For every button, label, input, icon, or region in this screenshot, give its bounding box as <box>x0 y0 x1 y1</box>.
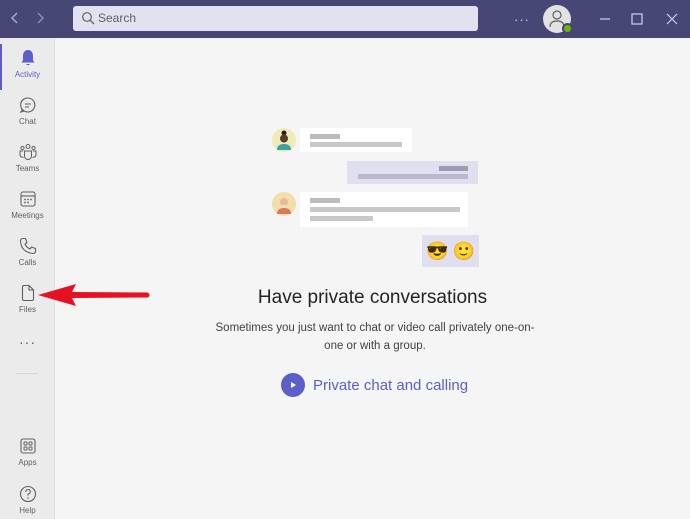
maximize-button[interactable] <box>622 0 652 38</box>
rail-divider <box>16 373 38 374</box>
title-bar: Search ··· <box>0 0 690 38</box>
avatar-woman-illustration <box>272 128 296 152</box>
rail-item-help[interactable]: Help <box>0 480 55 519</box>
private-chat-calling-link[interactable]: Private chat and calling <box>281 373 468 397</box>
rail-item-label: Activity <box>14 70 41 79</box>
page-description: Sometimes you just want to chat or video… <box>215 322 535 352</box>
minimize-button[interactable] <box>590 0 620 38</box>
teams-window: Search ··· Activity Chat Teams Meetings … <box>0 0 690 519</box>
close-button[interactable] <box>654 0 690 38</box>
chat-icon <box>19 97 35 113</box>
rail-item-label: Chat <box>19 117 36 126</box>
smile-emoji: 🙂 <box>452 240 475 261</box>
search-placeholder: Search <box>98 11 137 25</box>
more-options-button[interactable]: ··· <box>508 0 536 38</box>
rail-item-label: Files <box>19 305 36 314</box>
minimize-icon <box>600 18 610 20</box>
rail-item-label: Meetings <box>11 211 44 220</box>
link-label: Private chat and calling <box>313 376 469 394</box>
phone-icon <box>19 237 36 255</box>
back-button[interactable] <box>5 8 25 28</box>
rail-item-chat[interactable]: Chat <box>0 91 55 137</box>
more-icon: ··· <box>19 334 36 350</box>
red-arrow-annotation <box>38 284 150 306</box>
rail-item-label: Apps <box>18 458 37 467</box>
rail-item-apps[interactable]: Apps <box>0 432 55 478</box>
calendar-icon <box>19 191 36 207</box>
app-bar: Activity Chat Teams Meetings Calls Files… <box>0 38 55 519</box>
teams-icon <box>19 144 36 160</box>
outgoing-message-bubble <box>347 161 478 184</box>
forward-button[interactable] <box>30 8 50 28</box>
profile-avatar[interactable] <box>543 5 573 34</box>
rail-item-teams[interactable]: Teams <box>0 138 55 184</box>
avatar-man-illustration <box>272 192 296 216</box>
rail-item-activity[interactable]: Activity <box>0 44 55 90</box>
chevron-right-icon <box>37 12 45 24</box>
search-icon <box>82 12 95 25</box>
chevron-left-icon <box>10 12 18 24</box>
rail-item-more[interactable]: ··· <box>0 334 55 358</box>
emoji-message-bubble: 😎 🙂 <box>422 235 479 267</box>
sunglasses-emoji: 😎 <box>426 240 449 261</box>
rail-item-calls[interactable]: Calls <box>0 232 55 278</box>
incoming-message-bubble <box>300 128 412 152</box>
presence-available-badge <box>562 23 573 34</box>
maximize-icon <box>631 13 643 25</box>
more-icon: ··· <box>514 11 530 27</box>
rail-item-label: Teams <box>15 164 40 173</box>
help-icon <box>19 485 36 503</box>
play-icon <box>281 373 305 397</box>
file-icon <box>21 284 34 302</box>
rail-item-label: Help <box>19 506 36 515</box>
search-input[interactable]: Search <box>73 6 478 31</box>
bell-icon <box>21 50 34 66</box>
close-icon <box>666 13 678 25</box>
incoming-message-bubble <box>300 192 468 227</box>
rail-item-meetings[interactable]: Meetings <box>0 185 55 231</box>
apps-icon <box>19 438 36 454</box>
rail-item-label: Calls <box>18 258 37 267</box>
main-content: 😎 🙂 Have private conversations Sometimes… <box>55 38 690 519</box>
